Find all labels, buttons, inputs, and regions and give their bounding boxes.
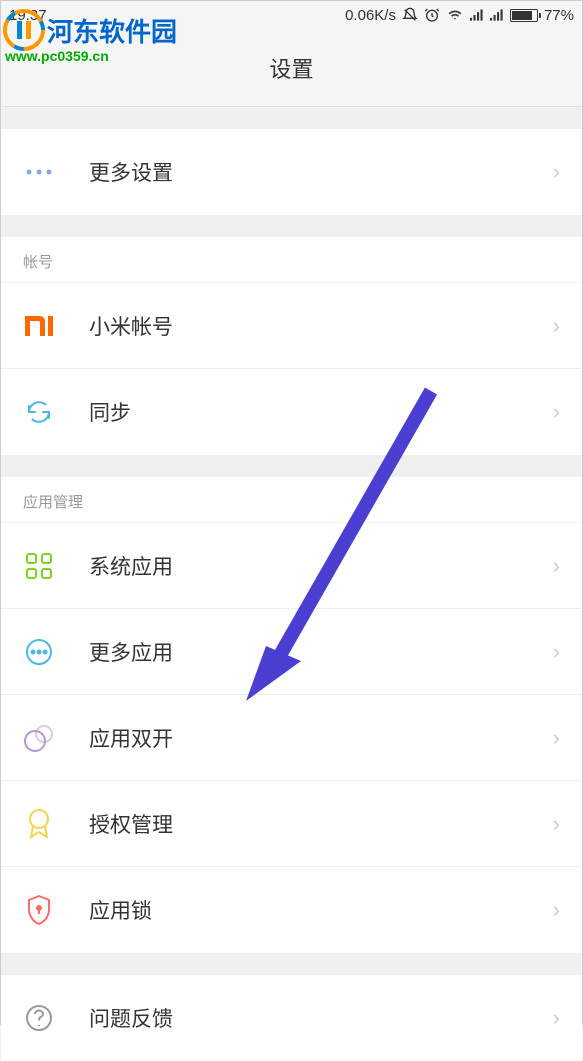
chevron-right-icon: › [553,159,560,185]
item-label: 系统应用 [89,551,553,581]
badge-icon [23,808,55,840]
net-speed: 0.06K/s [345,7,396,24]
chevron-right-icon: › [553,313,560,339]
wifi-icon [446,8,464,22]
apps-icon [23,550,55,582]
mi-icon [23,310,55,342]
page-title: 设置 [269,52,313,84]
battery-icon [510,9,538,22]
dnd-icon [402,7,418,23]
signal-1-icon [470,8,484,22]
status-bar: 19:37 0.06K/s 77% [1,1,582,29]
more-icon [23,156,55,188]
battery-percent: 77% [544,7,574,24]
shield-lock-icon [23,894,55,926]
dual-apps-icon [23,722,55,754]
item-label: 问题反馈 [89,1003,553,1033]
chevron-right-icon: › [553,725,560,751]
signal-2-icon [490,8,504,22]
chevron-right-icon: › [553,897,560,923]
item-label: 应用锁 [89,895,553,925]
status-time: 19:37 [9,7,47,24]
section-header-apps: 应用管理 [1,477,582,523]
alarm-icon [424,7,440,23]
item-system-apps[interactable]: 系统应用 › [1,523,582,609]
item-mi-account[interactable]: 小米帐号 › [1,283,582,369]
sync-icon [23,396,55,428]
item-label: 授权管理 [89,809,553,839]
header: 设置 [1,29,582,107]
item-app-lock[interactable]: 应用锁 › [1,867,582,953]
item-label: 更多应用 [89,637,553,667]
help-icon [23,1002,55,1034]
chevron-right-icon: › [553,639,560,665]
item-label: 同步 [89,397,553,427]
chevron-right-icon: › [553,811,560,837]
chevron-right-icon: › [553,399,560,425]
more-apps-icon [23,636,55,668]
item-feedback[interactable]: 问题反馈 › [1,975,582,1061]
item-label: 小米帐号 [89,311,553,341]
item-label: 更多设置 [89,157,553,187]
item-more-settings[interactable]: 更多设置 › [1,129,582,215]
item-label: 应用双开 [89,723,553,753]
chevron-right-icon: › [553,1005,560,1031]
section-header-account: 帐号 [1,237,582,283]
item-dual-apps[interactable]: 应用双开 › [1,695,582,781]
item-more-apps[interactable]: 更多应用 › [1,609,582,695]
item-sync[interactable]: 同步 › [1,369,582,455]
item-permissions[interactable]: 授权管理 › [1,781,582,867]
status-right: 0.06K/s 77% [345,7,574,24]
chevron-right-icon: › [553,553,560,579]
